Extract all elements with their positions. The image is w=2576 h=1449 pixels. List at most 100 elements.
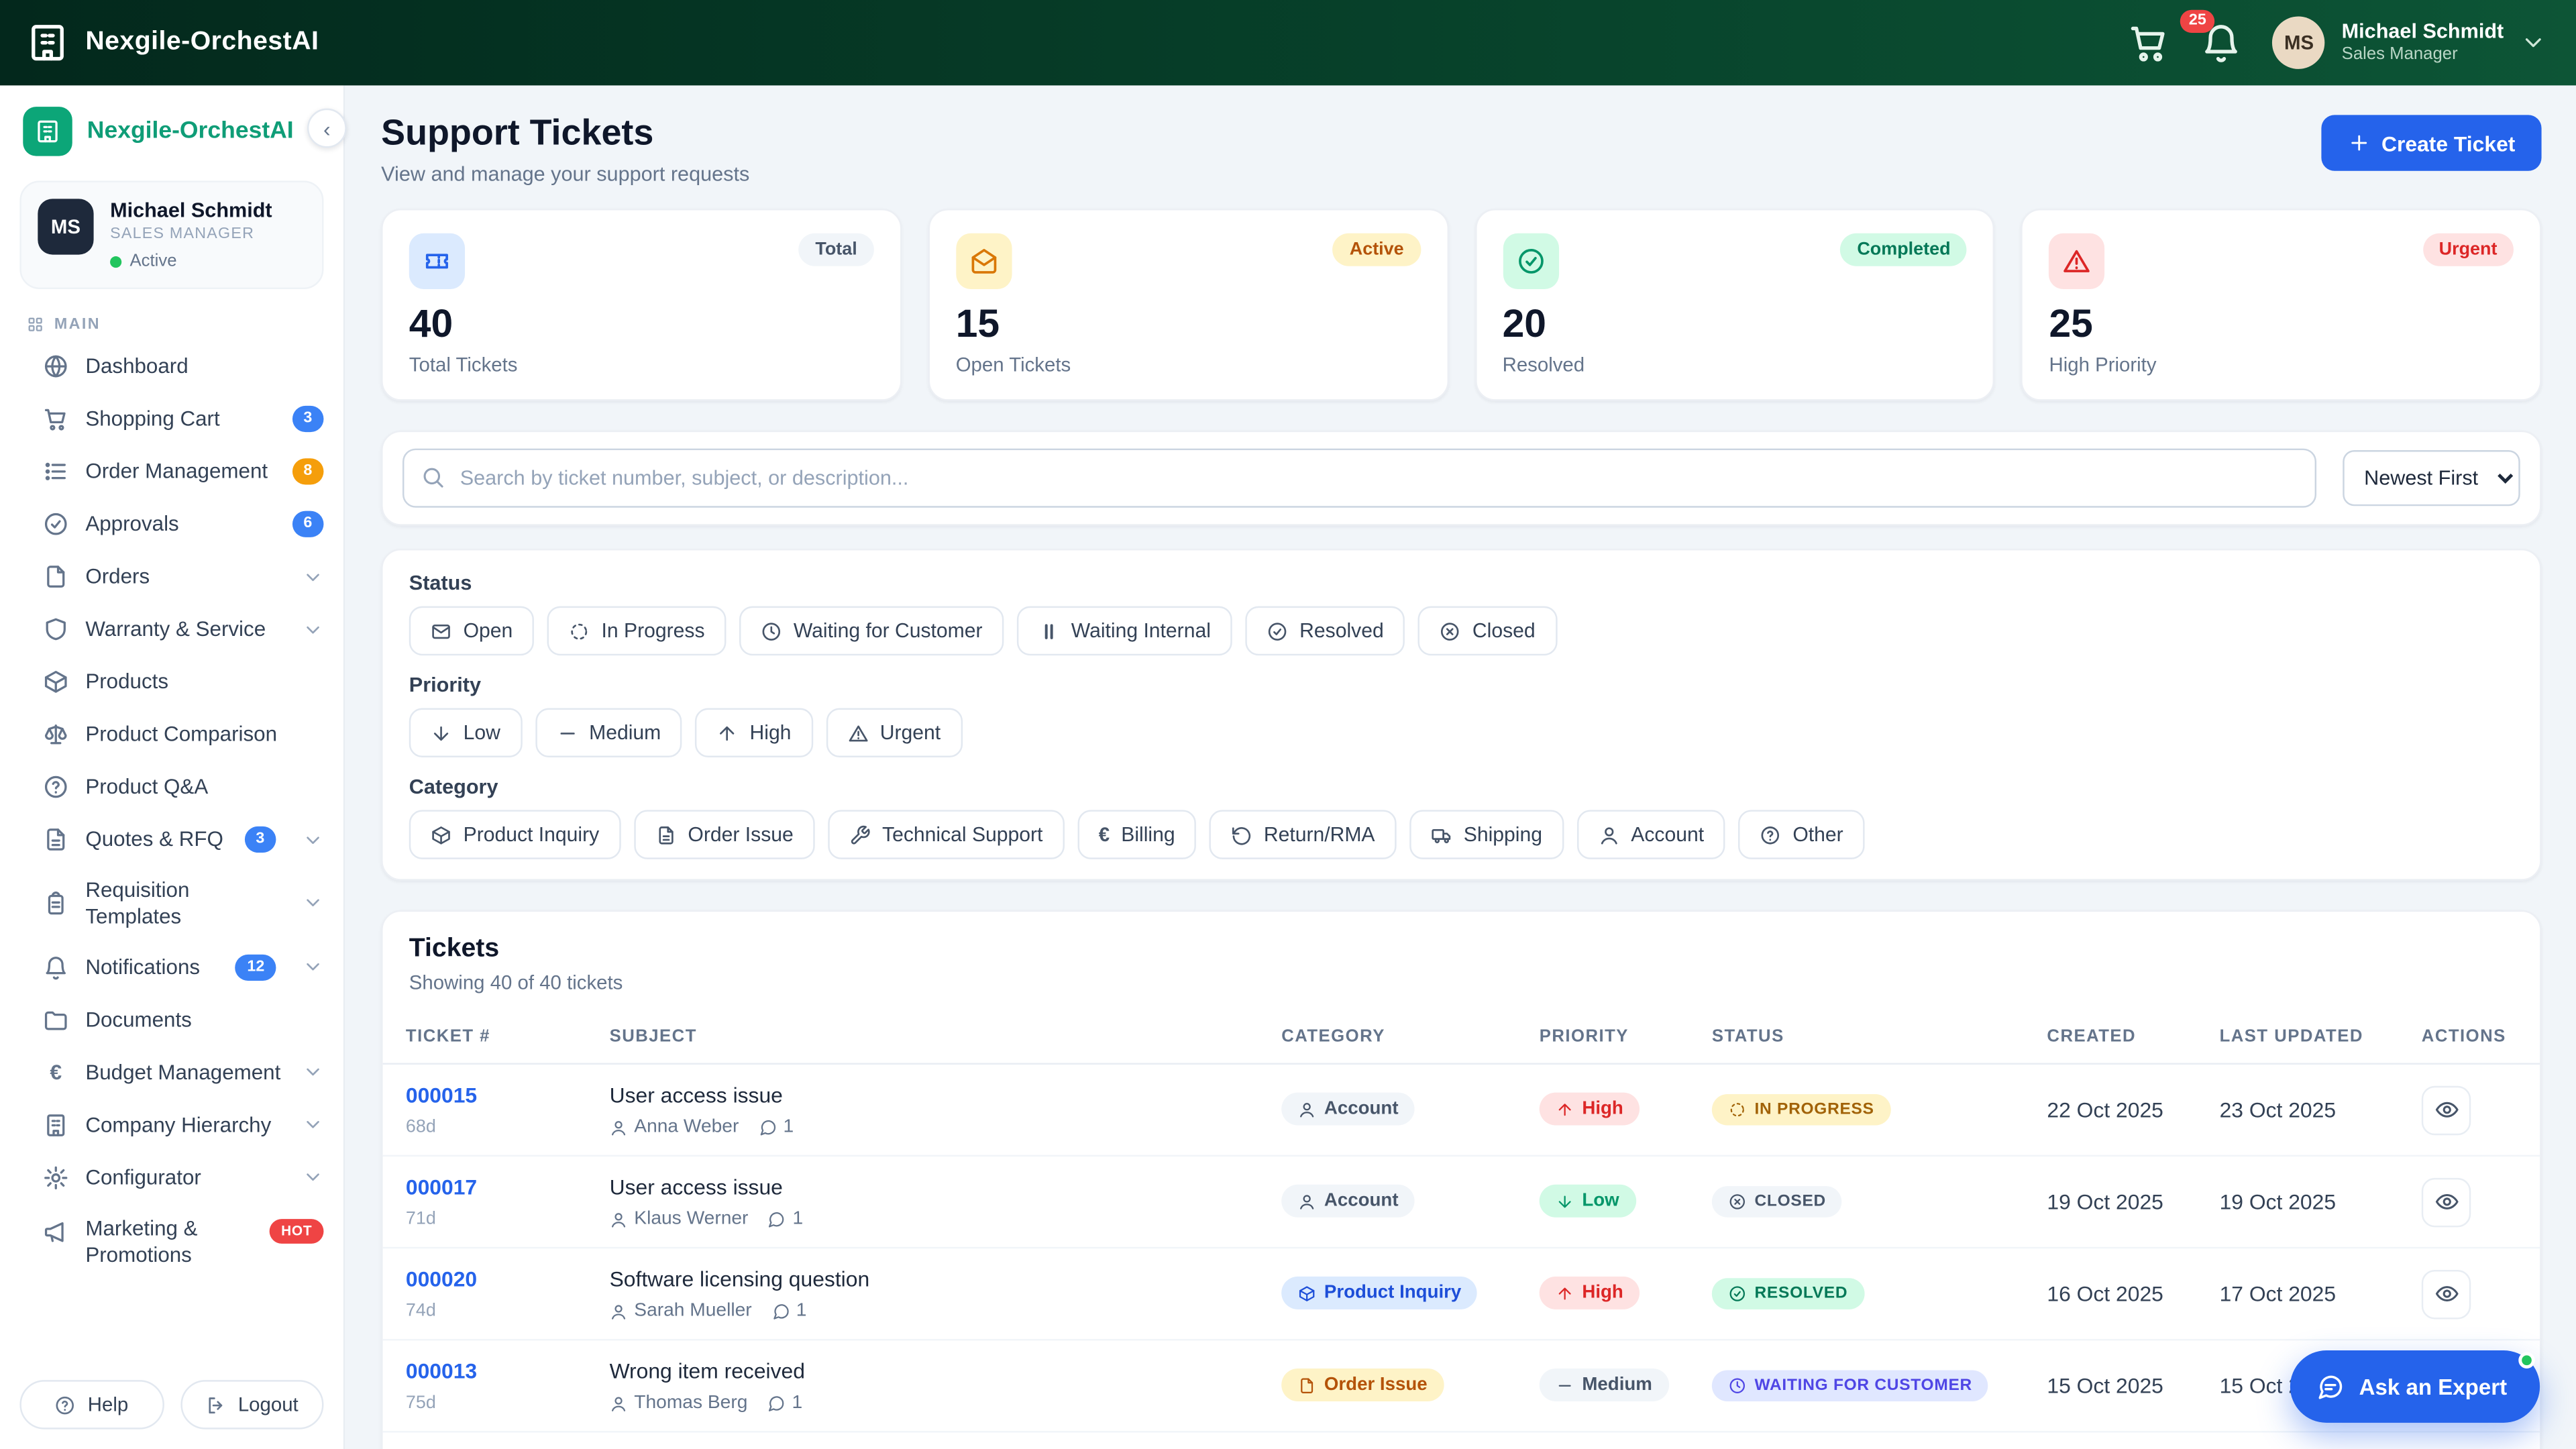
tickets-count: Showing 40 of 40 tickets xyxy=(409,971,623,994)
sidebar-item-requisition-templates[interactable]: Requisition Templates xyxy=(0,866,343,942)
cart-count-badge: 3 xyxy=(292,405,324,433)
user-menu[interactable]: MS Michael Schmidt Sales Manager xyxy=(2272,16,2546,69)
pause-icon xyxy=(1044,623,1053,639)
chat-icon xyxy=(768,1395,784,1411)
ticket-id-link[interactable]: 000017 xyxy=(406,1175,600,1199)
cart-icon[interactable] xyxy=(2128,21,2171,64)
quotes-count-badge: 3 xyxy=(244,826,276,853)
priority-filter-label: Priority xyxy=(409,674,481,697)
search-input[interactable] xyxy=(402,448,2317,508)
stat-tag: Completed xyxy=(1840,233,1968,266)
priority-badge: Medium xyxy=(1539,1368,1669,1402)
sidebar-brand-name: Nexgile-OrchestAI xyxy=(87,118,294,145)
created-date: 15 Oct 2025 xyxy=(2047,1373,2163,1399)
filter-chip-low[interactable]: Low xyxy=(409,708,522,757)
sidebar-item-marketing-promotions[interactable]: Marketing & Promotions HOT xyxy=(0,1204,343,1280)
arrow-down-icon xyxy=(1558,1195,1571,1208)
view-ticket-button[interactable] xyxy=(2421,1177,2471,1227)
filter-chip-open[interactable]: Open xyxy=(409,606,535,656)
sidebar-item-notifications[interactable]: Notifications 12 xyxy=(0,941,343,994)
filter-chip-waiting-internal[interactable]: Waiting Internal xyxy=(1016,606,1232,656)
spinner-icon xyxy=(571,623,588,639)
logout-button[interactable]: Logout xyxy=(180,1380,324,1430)
sidebar-item-company-hierarchy[interactable]: Company Hierarchy xyxy=(0,1099,343,1151)
status-filter-chips: Open In Progress Waiting for Customer Wa… xyxy=(409,606,2514,656)
sidebar-item-budget-management[interactable]: € Budget Management xyxy=(0,1046,343,1099)
sidebar-collapse-button[interactable]: ‹ xyxy=(307,108,347,148)
filter-chip-technical-support[interactable]: Technical Support xyxy=(828,810,1065,859)
priority-badge: High xyxy=(1539,1093,1640,1126)
sidebar-item-dashboard[interactable]: Dashboard xyxy=(0,340,343,392)
filter-chip-in-progress[interactable]: In Progress xyxy=(547,606,727,656)
filter-chip-shipping[interactable]: Shipping xyxy=(1409,810,1564,859)
ask-expert-button[interactable]: Ask an Expert xyxy=(2290,1350,2540,1423)
order-count-badge: 8 xyxy=(292,458,324,485)
stat-card-high-priority: Urgent 25 High Priority xyxy=(2021,209,2542,401)
approvals-count-badge: 6 xyxy=(292,511,324,538)
filter-chip-account[interactable]: Account xyxy=(1576,810,1725,859)
sidebar-item-orders[interactable]: Orders xyxy=(0,550,343,602)
profile-status-label: Active xyxy=(129,251,177,272)
filter-chip-billing[interactable]: € Billing xyxy=(1077,810,1197,859)
sidebar-item-product-qa[interactable]: Product Q&A xyxy=(0,761,343,813)
sidebar-footer: Help Logout xyxy=(0,1364,343,1449)
notification-badge: 25 xyxy=(2180,9,2215,32)
ticket-id-link[interactable]: 000020 xyxy=(406,1267,600,1291)
user-name: Michael Schmidt xyxy=(2341,19,2504,42)
stat-card-resolved: Completed 20 Resolved xyxy=(1474,209,1995,401)
sidebar-item-documents[interactable]: Documents xyxy=(0,994,343,1046)
ticket-age: 71d xyxy=(405,1209,436,1229)
help-button[interactable]: Help xyxy=(19,1380,164,1430)
sort-select[interactable]: Newest First xyxy=(2343,450,2520,506)
chevron-down-icon xyxy=(303,893,324,914)
category-filter-label: Category xyxy=(409,775,498,799)
chevron-down-icon xyxy=(303,957,324,978)
filter-chip-other[interactable]: Other xyxy=(1738,810,1865,859)
sidebar-item-shopping-cart[interactable]: Shopping Cart 3 xyxy=(0,392,343,445)
sidebar-item-configurator[interactable]: Configurator xyxy=(0,1152,343,1204)
filter-chip-waiting-for-customer[interactable]: Waiting for Customer xyxy=(739,606,1004,656)
sidebar-section-label: MAIN xyxy=(54,315,101,334)
filter-chip-urgent[interactable]: Urgent xyxy=(825,708,962,757)
filter-chip-order-issue[interactable]: Order Issue xyxy=(633,810,815,859)
ticket-subject: User access issue xyxy=(609,1175,783,1199)
scale-icon xyxy=(43,721,69,747)
hot-badge: HOT xyxy=(270,1219,324,1244)
filter-chip-return-rma[interactable]: Return/RMA xyxy=(1210,810,1397,859)
person-icon xyxy=(611,1396,626,1411)
rotate-ccw-icon xyxy=(1232,826,1251,845)
eye-icon xyxy=(2434,1286,2458,1302)
filter-chip-product-inquiry[interactable]: Product Inquiry xyxy=(409,810,621,859)
sidebar-item-approvals[interactable]: Approvals 6 xyxy=(0,498,343,550)
priority-badge: Low xyxy=(1539,1185,1636,1218)
notifications-count-badge: 12 xyxy=(235,954,276,981)
sidebar-item-warranty-service[interactable]: Warranty & Service xyxy=(0,603,343,655)
ticket-id-link[interactable]: 000015 xyxy=(406,1083,600,1108)
dash-icon xyxy=(1558,1384,1571,1387)
filter-chip-high[interactable]: High xyxy=(695,708,813,757)
sidebar-item-quotes-rfq[interactable]: Quotes & RFQ 3 xyxy=(0,813,343,865)
sidebar-logo-icon xyxy=(23,107,72,156)
view-ticket-button[interactable] xyxy=(2421,1085,2471,1135)
ticket-id-link[interactable]: 000013 xyxy=(406,1358,600,1383)
app-root: Nexgile-OrchestAI 25 MS Michael Schmidt … xyxy=(0,0,2576,1449)
chat-icon xyxy=(2318,1375,2343,1399)
filter-chip-medium[interactable]: Medium xyxy=(535,708,683,757)
create-ticket-button[interactable]: Create Ticket xyxy=(2320,115,2542,171)
filter-chip-resolved[interactable]: Resolved xyxy=(1245,606,1405,656)
ticket-icon xyxy=(409,233,466,290)
x-circle-icon xyxy=(1441,622,1460,640)
category-badge: Account xyxy=(1281,1185,1415,1218)
profile-name: Michael Schmidt xyxy=(110,199,272,222)
stat-label: Resolved xyxy=(1502,353,1585,376)
sidebar-item-products[interactable]: Products xyxy=(0,655,343,708)
filters-panel: Status Open In Progress Waiting for Cust… xyxy=(381,548,2542,881)
view-ticket-button[interactable] xyxy=(2421,1269,2471,1319)
filter-chip-closed[interactable]: Closed xyxy=(1418,606,1557,656)
sidebar-item-order-management[interactable]: Order Management 8 xyxy=(0,445,343,498)
topbar-brand: Nexgile-OrchestAI xyxy=(26,21,319,64)
sidebar-item-product-comparison[interactable]: Product Comparison xyxy=(0,708,343,761)
ticket-requester: Klaus Werner xyxy=(634,1209,749,1229)
notifications-bell-icon[interactable]: 25 xyxy=(2180,9,2243,64)
chat-icon xyxy=(759,1119,775,1135)
